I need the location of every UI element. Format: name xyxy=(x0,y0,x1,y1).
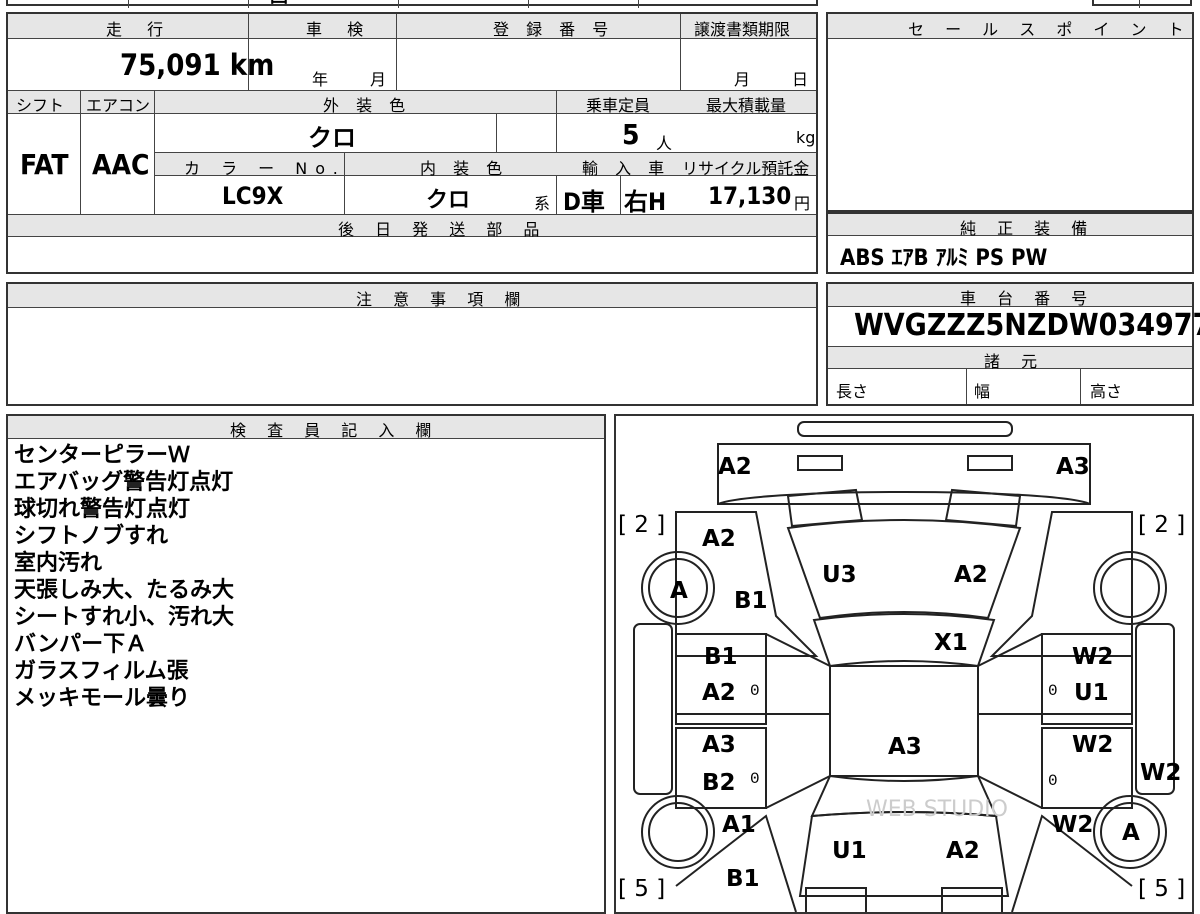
label-rear-left: B1 xyxy=(726,866,760,892)
max-load-header: 最大積載量 xyxy=(706,96,787,115)
label-hood-left: U3 xyxy=(822,562,857,588)
interior-color-value: クロ xyxy=(426,188,471,213)
caution-box: 注 意 事 項 欄 xyxy=(6,282,818,406)
sale-points-header: セ ー ル ス ポ イ ン ト xyxy=(908,20,1192,39)
max-load-unit: kg xyxy=(796,128,816,147)
label-door-rl-2: B2 xyxy=(702,770,736,796)
equipment-box: 純 正 装 備 ABS ｴｱB ｱﾙﾐ PS PW xyxy=(826,212,1194,274)
label-quarter-rr: W2 xyxy=(1052,812,1094,838)
note-item: バンパー下Ａ xyxy=(14,632,148,657)
shift-value: FAT xyxy=(20,148,69,181)
capacity-value: 5 xyxy=(622,118,640,151)
transfer-deadline-header: 譲渡書類期限 xyxy=(694,20,791,39)
aircon-header: エアコン xyxy=(86,96,151,115)
inspector-box: 検 査 員 記 入 欄 センターピラーＷ エアバッグ警告灯点灯 球切れ警告灯点灯… xyxy=(6,414,606,914)
note-item: エアバッグ警告灯点灯 xyxy=(14,470,234,495)
label-zero: 0 xyxy=(750,770,760,788)
import-value-1: D車 xyxy=(563,188,605,216)
label-wheel-fl: A xyxy=(670,578,688,604)
interior-color-suffix: 系 xyxy=(534,194,551,213)
top-row-right xyxy=(1092,0,1192,8)
label-front-right: A3 xyxy=(1056,454,1090,480)
mileage-header: 走 行 xyxy=(106,20,174,39)
exterior-color-header: 外 装 色 xyxy=(323,96,412,115)
note-item: ガラスフィルム張 xyxy=(14,659,189,684)
caution-header: 注 意 事 項 欄 xyxy=(356,290,529,309)
color-no-header: カ ラ ー No. xyxy=(184,159,346,178)
label-door-fl-1: B1 xyxy=(704,644,738,670)
equipment-items: ABS ｴｱB ｱﾙﾐ PS PW xyxy=(840,246,1048,271)
spec-table: 走 行 車 検 登 録 番 号 譲渡書類期限 75,091 km 年 月 月 日… xyxy=(6,12,818,274)
vin-value: WVGZZZ5NZDW034977 xyxy=(854,308,1200,343)
recycle-header: リサイクル預託金 xyxy=(682,159,810,178)
chassis-header: 車 台 番 号 xyxy=(960,289,1096,308)
height-label: 高さ xyxy=(1090,382,1123,401)
width-label: 幅 xyxy=(974,382,991,401)
inspection-month-unit: 月 xyxy=(370,70,387,89)
later-parts-header: 後 日 発 送 部 品 xyxy=(338,220,548,239)
label-door-fr-1: W2 xyxy=(1072,644,1114,670)
inspection-header: 車 検 xyxy=(306,20,374,39)
sale-points-box: セ ー ル ス ポ イ ン ト xyxy=(826,12,1194,212)
equipment-header: 純 正 装 備 xyxy=(960,219,1096,238)
chassis-box: 車 台 番 号 WVGZZZ5NZDW034977 諸 元 長さ 幅 高さ xyxy=(826,282,1200,406)
watermark: WEB STUDIO xyxy=(866,797,1008,822)
note-item: センターピラーＷ xyxy=(14,443,191,468)
inspector-header: 検 査 員 記 入 欄 xyxy=(230,421,440,440)
import-header: 輸 入 車 xyxy=(582,159,671,178)
note-item: シフトノブすれ xyxy=(14,524,169,549)
capacity-header: 乗車定員 xyxy=(586,96,651,115)
note-item: 室内汚れ xyxy=(14,551,103,576)
registration-header: 登 録 番 号 xyxy=(493,20,615,39)
label-roof: A3 xyxy=(888,734,922,760)
length-label: 長さ xyxy=(836,382,869,401)
top-row: 国 4 xyxy=(6,0,818,8)
top-fragment-1: 国 xyxy=(270,0,288,8)
label-fender-fl: A2 xyxy=(702,526,736,552)
note-item: シートすれ小、汚れ大 xyxy=(14,605,235,630)
recycle-value: 17,130 xyxy=(708,182,792,210)
label-trunk-right: A2 xyxy=(946,838,980,864)
label-front-left: A2 xyxy=(718,454,752,480)
label-hood-right: A2 xyxy=(954,562,988,588)
label-zero: 0 xyxy=(1048,772,1058,790)
recycle-unit: 円 xyxy=(794,194,811,213)
transfer-month-unit: 月 xyxy=(734,70,751,89)
label-wheel-rr: A xyxy=(1122,820,1140,846)
exterior-color-value: クロ xyxy=(308,124,356,152)
label-fender-fl-2: B1 xyxy=(734,588,768,614)
shift-header: シフト xyxy=(16,96,65,115)
note-item: メッキモール曇り xyxy=(14,686,191,711)
note-item: 球切れ警告灯点灯 xyxy=(14,497,191,522)
label-trunk-left: U1 xyxy=(832,838,867,864)
note-item: 天張しみ大、たるみ大 xyxy=(14,578,235,603)
label-door-fl-2: A2 xyxy=(702,680,736,706)
car-diagram-box: WEB STUDIO A2 A3 [ 2 ] [ 2 ] A2 A B1 U3 … xyxy=(614,414,1194,914)
label-windshield: X1 xyxy=(934,630,968,656)
label-door-rl-1: A3 xyxy=(702,732,736,758)
label-door-rr-1: W2 xyxy=(1072,732,1114,758)
label-tire-fl: [ 2 ] xyxy=(618,512,666,538)
transfer-day-unit: 日 xyxy=(792,70,809,89)
label-door-fr-2: U1 xyxy=(1074,680,1109,706)
label-rocker-right: W2 xyxy=(1140,760,1182,786)
inspection-year-unit: 年 xyxy=(312,70,329,89)
label-tire-rr: [ 5 ] xyxy=(1138,876,1186,902)
label-tire-rl: [ 5 ] xyxy=(618,876,666,902)
inspector-notes: センターピラーＷ エアバッグ警告灯点灯 球切れ警告灯点灯 シフトノブすれ 室内汚… xyxy=(14,442,234,712)
capacity-unit: 人 xyxy=(656,134,673,153)
import-value-2: 右H xyxy=(624,188,667,216)
color-no-value: LC9X xyxy=(222,182,284,210)
label-zero: 0 xyxy=(750,682,760,700)
label-tire-fr: [ 2 ] xyxy=(1138,512,1186,538)
mileage-value: 75,091 km xyxy=(120,48,275,82)
label-zero: 0 xyxy=(1048,682,1058,700)
interior-color-header: 内 装 色 xyxy=(420,159,509,178)
aircon-value: AAC xyxy=(92,148,150,181)
label-quarter-rl: A1 xyxy=(722,812,756,838)
specs-header: 諸 元 xyxy=(984,352,1046,371)
